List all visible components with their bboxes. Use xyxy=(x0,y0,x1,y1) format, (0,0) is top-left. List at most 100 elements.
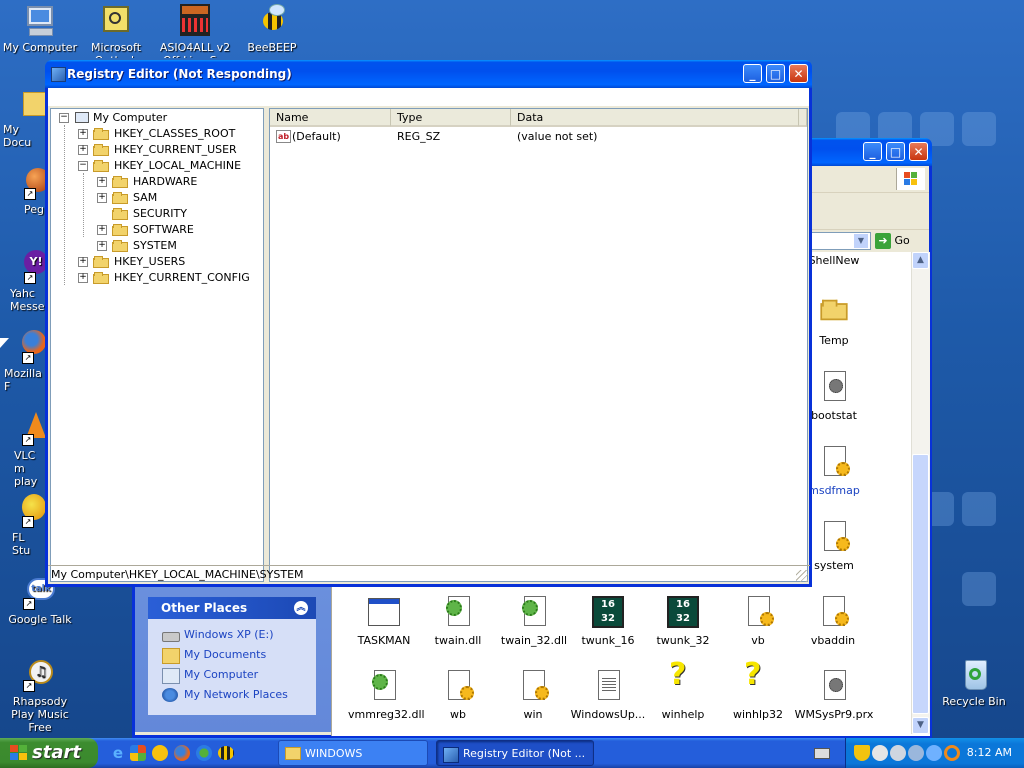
folder-icon xyxy=(285,747,301,760)
file-item-vb[interactable]: vb xyxy=(722,596,794,647)
config-file-icon xyxy=(517,670,549,702)
desktop-icon-rhapsody[interactable]: ♫ ↗ Rhapsody Play Music Free xyxy=(0,658,80,734)
resize-grip-icon[interactable] xyxy=(796,570,808,582)
scroll-up-button[interactable]: ▲ xyxy=(912,252,929,269)
desktop-icon-outlook[interactable]: Microsoft Outlook xyxy=(76,4,156,58)
other-places-item[interactable]: My Documents xyxy=(162,646,266,664)
desktop-icon-fl-studio[interactable]: ↗ FL Stu xyxy=(0,494,46,557)
file-item-winhelp[interactable]: ? winhelp xyxy=(647,660,719,722)
maximize-button[interactable]: □ xyxy=(766,64,785,83)
scroll-thumb[interactable] xyxy=(912,454,929,714)
collapse-chevron-icon[interactable]: ︽ xyxy=(294,601,308,615)
other-places-header[interactable]: Other Places ︽ xyxy=(148,597,316,619)
desktop-icon-label: Recycle Bin xyxy=(942,695,1006,708)
folder-icon xyxy=(112,208,128,220)
bee-icon xyxy=(255,4,289,38)
file-item-vbaddin[interactable]: vbaddin xyxy=(797,596,869,647)
expand-icon: + xyxy=(97,224,107,235)
expand-icon: + xyxy=(97,240,107,251)
file-label: system xyxy=(814,559,854,572)
column-header-data[interactable]: Data xyxy=(511,109,799,127)
desktop-icon-label: FL Stu xyxy=(12,531,31,557)
file-item-taskman[interactable]: TASKMAN xyxy=(348,596,420,647)
file-item-windowsupdate[interactable]: WindowsUp... xyxy=(568,670,648,721)
folder-icon xyxy=(93,128,109,140)
config-file-icon xyxy=(817,596,849,628)
messenger-status-icon[interactable] xyxy=(872,745,888,761)
file-item-wmsyspr9[interactable]: WMSysPr9.prx xyxy=(792,670,876,721)
file-item-twunk16[interactable]: 16 32 twunk_16 xyxy=(572,596,644,647)
status-path: My Computer\HKEY_LOCAL_MACHINE\SYSTEM xyxy=(51,568,304,581)
desktop-icon-beebeep[interactable]: BeeBEEP xyxy=(232,4,312,54)
folder-icon xyxy=(112,224,128,236)
close-button[interactable]: ✕ xyxy=(789,64,808,83)
windows-logo-icon[interactable] xyxy=(130,745,146,761)
vertical-scrollbar[interactable]: ▲ ▼ xyxy=(911,252,930,734)
desktop-icon-vlc[interactable]: ↗ VLC m play xyxy=(0,412,46,488)
status-bar: My Computer\HKEY_LOCAL_MACHINE\SYSTEM xyxy=(48,565,810,584)
address-dropdown-button[interactable]: ▼ xyxy=(853,233,869,249)
file-item-wb[interactable]: wb xyxy=(422,670,494,721)
value-name: (Default) xyxy=(292,130,341,143)
close-button[interactable]: ✕ xyxy=(909,142,928,161)
desktop-icon-recycle-bin[interactable]: Recycle Bin xyxy=(934,658,1014,708)
config-file-icon xyxy=(442,670,474,702)
go-button[interactable]: ➜ Go xyxy=(875,232,919,250)
task-button-windows[interactable]: WINDOWS xyxy=(278,740,428,766)
firefox-icon[interactable] xyxy=(174,745,190,761)
smiley-icon[interactable] xyxy=(152,745,168,761)
other-places-item[interactable]: My Computer xyxy=(162,666,258,684)
registry-values-list[interactable]: Name Type Data ab (Default) REG_SZ (valu… xyxy=(269,108,808,582)
msn-buddies-icon[interactable] xyxy=(196,745,212,761)
go-label: Go xyxy=(894,234,910,247)
file-item-winhlp32[interactable]: ? winhlp32 xyxy=(722,660,794,722)
config-file-icon xyxy=(818,521,850,553)
file-item-win[interactable]: win xyxy=(497,670,569,721)
folder-icon xyxy=(93,256,109,268)
file-item-twain32-dll[interactable]: twain_32.dll xyxy=(496,596,572,647)
firefox-icon: ↗ xyxy=(22,330,46,364)
other-places-item[interactable]: My Network Places xyxy=(162,686,288,704)
keyboard-icon[interactable] xyxy=(814,748,830,759)
tray-app-icon[interactable] xyxy=(926,745,942,761)
folder-open-icon xyxy=(112,240,128,252)
column-header-name[interactable]: Name xyxy=(270,109,391,127)
desktop-icon-yahoo-messenger[interactable]: Y! ↗ Yahc Messe xyxy=(0,250,46,313)
rhapsody-music-icon: ♫ ↗ xyxy=(23,658,57,692)
desktop-icon-asio4all[interactable]: ASIO4ALL v2 Off-Line S... xyxy=(155,4,235,58)
scroll-down-button[interactable]: ▼ xyxy=(912,717,929,734)
maximize-button[interactable]: □ xyxy=(886,142,905,161)
security-shield-icon[interactable] xyxy=(854,745,870,761)
minimize-button[interactable]: _ xyxy=(743,64,762,83)
bee-icon[interactable] xyxy=(218,746,234,760)
file-item-twain-dll[interactable]: twain.dll xyxy=(422,596,494,647)
desktop-icon-peg[interactable]: ↗ Peg xyxy=(0,166,46,216)
other-places-item[interactable]: Windows XP (E:) xyxy=(162,626,274,644)
clock: 8:12 AM xyxy=(966,746,1012,759)
file-label: wb xyxy=(450,708,466,721)
registry-tree[interactable]: − My Computer + HKEY_CLASSES_ROOT + HKEY… xyxy=(50,108,264,582)
file-label: ShellNew xyxy=(808,254,860,267)
dll-file-icon xyxy=(518,596,550,628)
quick-launch: e xyxy=(108,738,248,768)
minimize-button[interactable]: _ xyxy=(863,142,882,161)
registry-editor-window[interactable]: Registry Editor (Not Responding) _ □ ✕ −… xyxy=(45,60,812,587)
regedit-titlebar[interactable]: Registry Editor (Not Responding) _ □ ✕ xyxy=(45,60,812,88)
file-label: twunk_32 xyxy=(656,634,710,647)
desktop-icon-label: Google Talk xyxy=(8,613,72,626)
column-header-type[interactable]: Type xyxy=(391,109,511,127)
start-button[interactable]: start xyxy=(0,738,98,768)
task-button-registry-editor[interactable]: Registry Editor (Not ... xyxy=(436,740,594,766)
desktop-icon-my-documents[interactable]: My Docu xyxy=(0,86,49,149)
table-row[interactable]: ab (Default) REG_SZ (value not set) xyxy=(270,129,790,145)
search-icon[interactable] xyxy=(944,745,960,761)
desktop-icon-my-computer[interactable]: My Computer xyxy=(0,4,80,54)
file-label: win xyxy=(523,708,543,721)
internet-explorer-icon[interactable]: e xyxy=(110,745,126,761)
network-icon[interactable] xyxy=(908,745,924,761)
file-item-twunk32[interactable]: 16 32 twunk_32 xyxy=(647,596,719,647)
sound-icon[interactable] xyxy=(890,745,906,761)
file-item-vmmreg32[interactable]: vmmreg32.dll xyxy=(348,670,425,721)
file-label: WMSysPr9.prx xyxy=(794,708,874,721)
column-header-label: Data xyxy=(517,111,544,124)
